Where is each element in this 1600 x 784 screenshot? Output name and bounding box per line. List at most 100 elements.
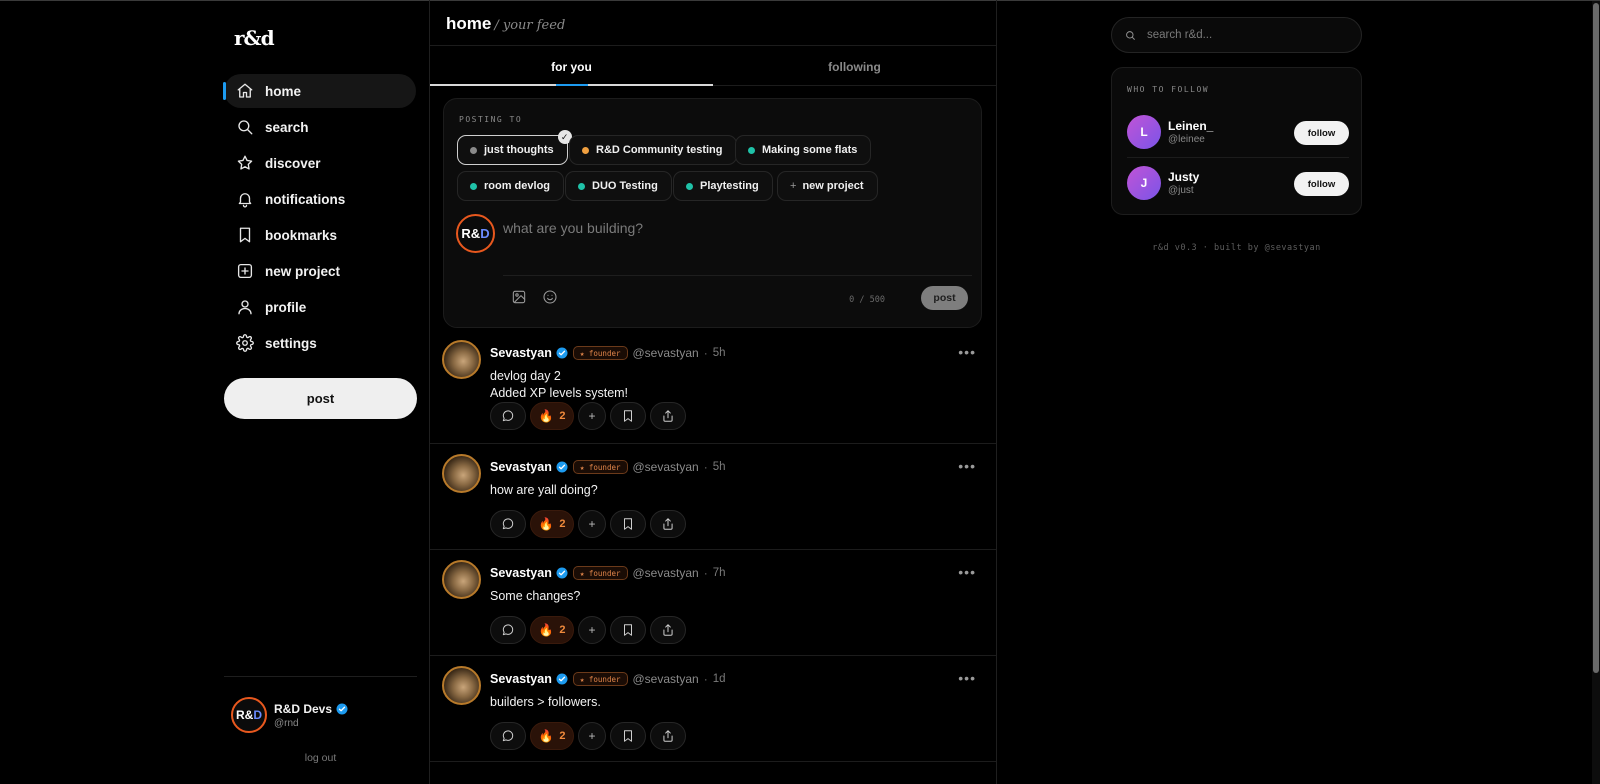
account-switcher[interactable]: R& D R&D Devs @rnd (231, 697, 348, 733)
scrollbar-thumb[interactable] (1593, 3, 1599, 673)
add-reaction-button[interactable]: + (578, 722, 606, 750)
chip-duo-testing[interactable]: DUO Testing (565, 171, 672, 201)
share-icon (663, 410, 673, 422)
bookmark-button[interactable] (610, 616, 646, 644)
sidebar-post-button[interactable]: post (224, 378, 417, 419)
share-button[interactable] (650, 722, 686, 750)
chip-making-some-flats[interactable]: Making some flats (735, 135, 872, 165)
nav-item-search[interactable]: search (224, 110, 416, 144)
tab-label: following (828, 60, 881, 74)
post-author-handle[interactable]: @sevastyan (633, 672, 699, 686)
fire-icon: 🔥 (538, 409, 554, 423)
separator: · (703, 346, 708, 360)
post-item[interactable]: Sevastyan ★ founder @sevastyan · 7h ••• … (430, 550, 996, 656)
chip-playtesting[interactable]: Playtesting (673, 171, 773, 201)
suggestion-name: Leinen_ (1168, 119, 1214, 133)
scrollbar[interactable] (1592, 1, 1600, 784)
nav-label: discover (265, 155, 321, 171)
composer-post-button[interactable]: post (921, 286, 968, 310)
bookmark-button[interactable] (610, 510, 646, 538)
post-author-name[interactable]: Sevastyan (490, 672, 552, 686)
avatar[interactable] (442, 340, 481, 379)
post-item[interactable]: Sevastyan ★ founder @sevastyan · 1d ••• … (430, 656, 996, 762)
logout-link[interactable]: log out (224, 752, 417, 764)
bookmark-icon (624, 518, 632, 530)
post-author-name[interactable]: Sevastyan (490, 566, 552, 580)
chip-rd-community-testing[interactable]: R&D Community testing (569, 135, 737, 165)
reply-button[interactable] (490, 510, 526, 538)
follow-button[interactable]: follow (1294, 172, 1349, 196)
chip-label: just thoughts (484, 144, 554, 156)
post-text-line: Some changes? (490, 589, 581, 603)
share-button[interactable] (650, 402, 686, 430)
follow-button[interactable]: follow (1294, 121, 1349, 145)
fire-reaction-button[interactable]: 🔥 2 (530, 722, 574, 750)
post-author-name[interactable]: Sevastyan (490, 460, 552, 474)
image-icon (512, 290, 526, 304)
share-icon (663, 518, 673, 530)
post-header: Sevastyan ★ founder @sevastyan · 5h (490, 346, 726, 360)
founder-badge: ★ founder (572, 346, 628, 360)
more-options-icon[interactable]: ••• (958, 458, 976, 474)
post-author-name[interactable]: Sevastyan (490, 346, 552, 360)
app-logo[interactable]: r&d (234, 26, 275, 50)
more-options-icon[interactable]: ••• (958, 670, 976, 686)
nav-label: profile (265, 299, 307, 315)
fire-reaction-button[interactable]: 🔥 2 (530, 510, 574, 538)
avatar[interactable] (442, 560, 481, 599)
verified-icon (556, 347, 568, 359)
image-upload-button[interactable] (511, 289, 527, 305)
suggestion-row[interactable]: J Justy @just follow (1127, 166, 1349, 200)
chip-room-devlog[interactable]: room devlog (457, 171, 565, 201)
add-reaction-button[interactable]: + (578, 510, 606, 538)
fire-reaction-button[interactable]: 🔥 2 (530, 402, 574, 430)
avatar[interactable] (442, 454, 481, 493)
fire-reaction-button[interactable]: 🔥 2 (530, 616, 574, 644)
post-composer: POSTING TO just thoughts ✓ R&D Community… (443, 98, 982, 328)
suggestion-row[interactable]: L Leinen_ @leinee follow (1127, 115, 1349, 149)
post-author-handle[interactable]: @sevastyan (633, 460, 699, 474)
nav-item-profile[interactable]: profile (224, 290, 416, 324)
bookmark-button[interactable] (610, 722, 646, 750)
reply-button[interactable] (490, 616, 526, 644)
nav-label: new project (265, 263, 341, 279)
nav-item-home[interactable]: home (223, 74, 416, 108)
suggestion-meta: Leinen_ @leinee (1168, 119, 1213, 145)
post-item[interactable]: Sevastyan ★ founder @sevastyan · 5h ••• … (430, 330, 996, 444)
posting-to-label: POSTING TO (459, 115, 523, 124)
add-reaction-button[interactable]: + (578, 616, 606, 644)
tab-following[interactable]: following (713, 46, 996, 85)
reply-button[interactable] (490, 722, 526, 750)
composer-input[interactable]: what are you building? (503, 220, 643, 236)
nav-item-settings[interactable]: settings (224, 326, 416, 360)
chip-new-project[interactable]: + new project (777, 171, 878, 201)
more-options-icon[interactable]: ••• (958, 564, 976, 580)
plus-square-icon (237, 263, 253, 279)
nav-item-notifications[interactable]: notifications (224, 182, 416, 216)
chip-dot (686, 182, 693, 190)
reply-button[interactable] (490, 402, 526, 430)
nav-item-discover[interactable]: discover (224, 146, 416, 180)
chip-just-thoughts[interactable]: just thoughts ✓ (457, 130, 572, 165)
share-button[interactable] (650, 510, 686, 538)
search-box[interactable] (1111, 17, 1362, 53)
nav-item-new-project[interactable]: new project (224, 254, 416, 288)
post-text-line: devlog day 2 (490, 369, 561, 383)
post-item[interactable]: Sevastyan ★ founder @sevastyan · 5h ••• … (430, 444, 996, 550)
gear-icon (236, 334, 254, 352)
bookmark-button[interactable] (610, 402, 646, 430)
post-author-handle[interactable]: @sevastyan (633, 346, 699, 360)
search-input[interactable] (1147, 29, 1347, 41)
share-button[interactable] (650, 616, 686, 644)
more-options-icon[interactable]: ••• (958, 344, 976, 360)
avatar[interactable] (442, 666, 481, 705)
post-author-handle[interactable]: @sevastyan (633, 566, 699, 580)
emoji-button[interactable] (542, 289, 558, 305)
tab-for-you[interactable]: for you (430, 46, 713, 86)
add-reaction-button[interactable]: + (578, 402, 606, 430)
post-timestamp: 7h (712, 567, 726, 579)
chip-label: R&D Community testing (596, 144, 723, 156)
nav-item-bookmarks[interactable]: bookmarks (224, 218, 416, 252)
suggestion-handle: @just (1168, 185, 1194, 196)
user-icon (238, 300, 252, 315)
